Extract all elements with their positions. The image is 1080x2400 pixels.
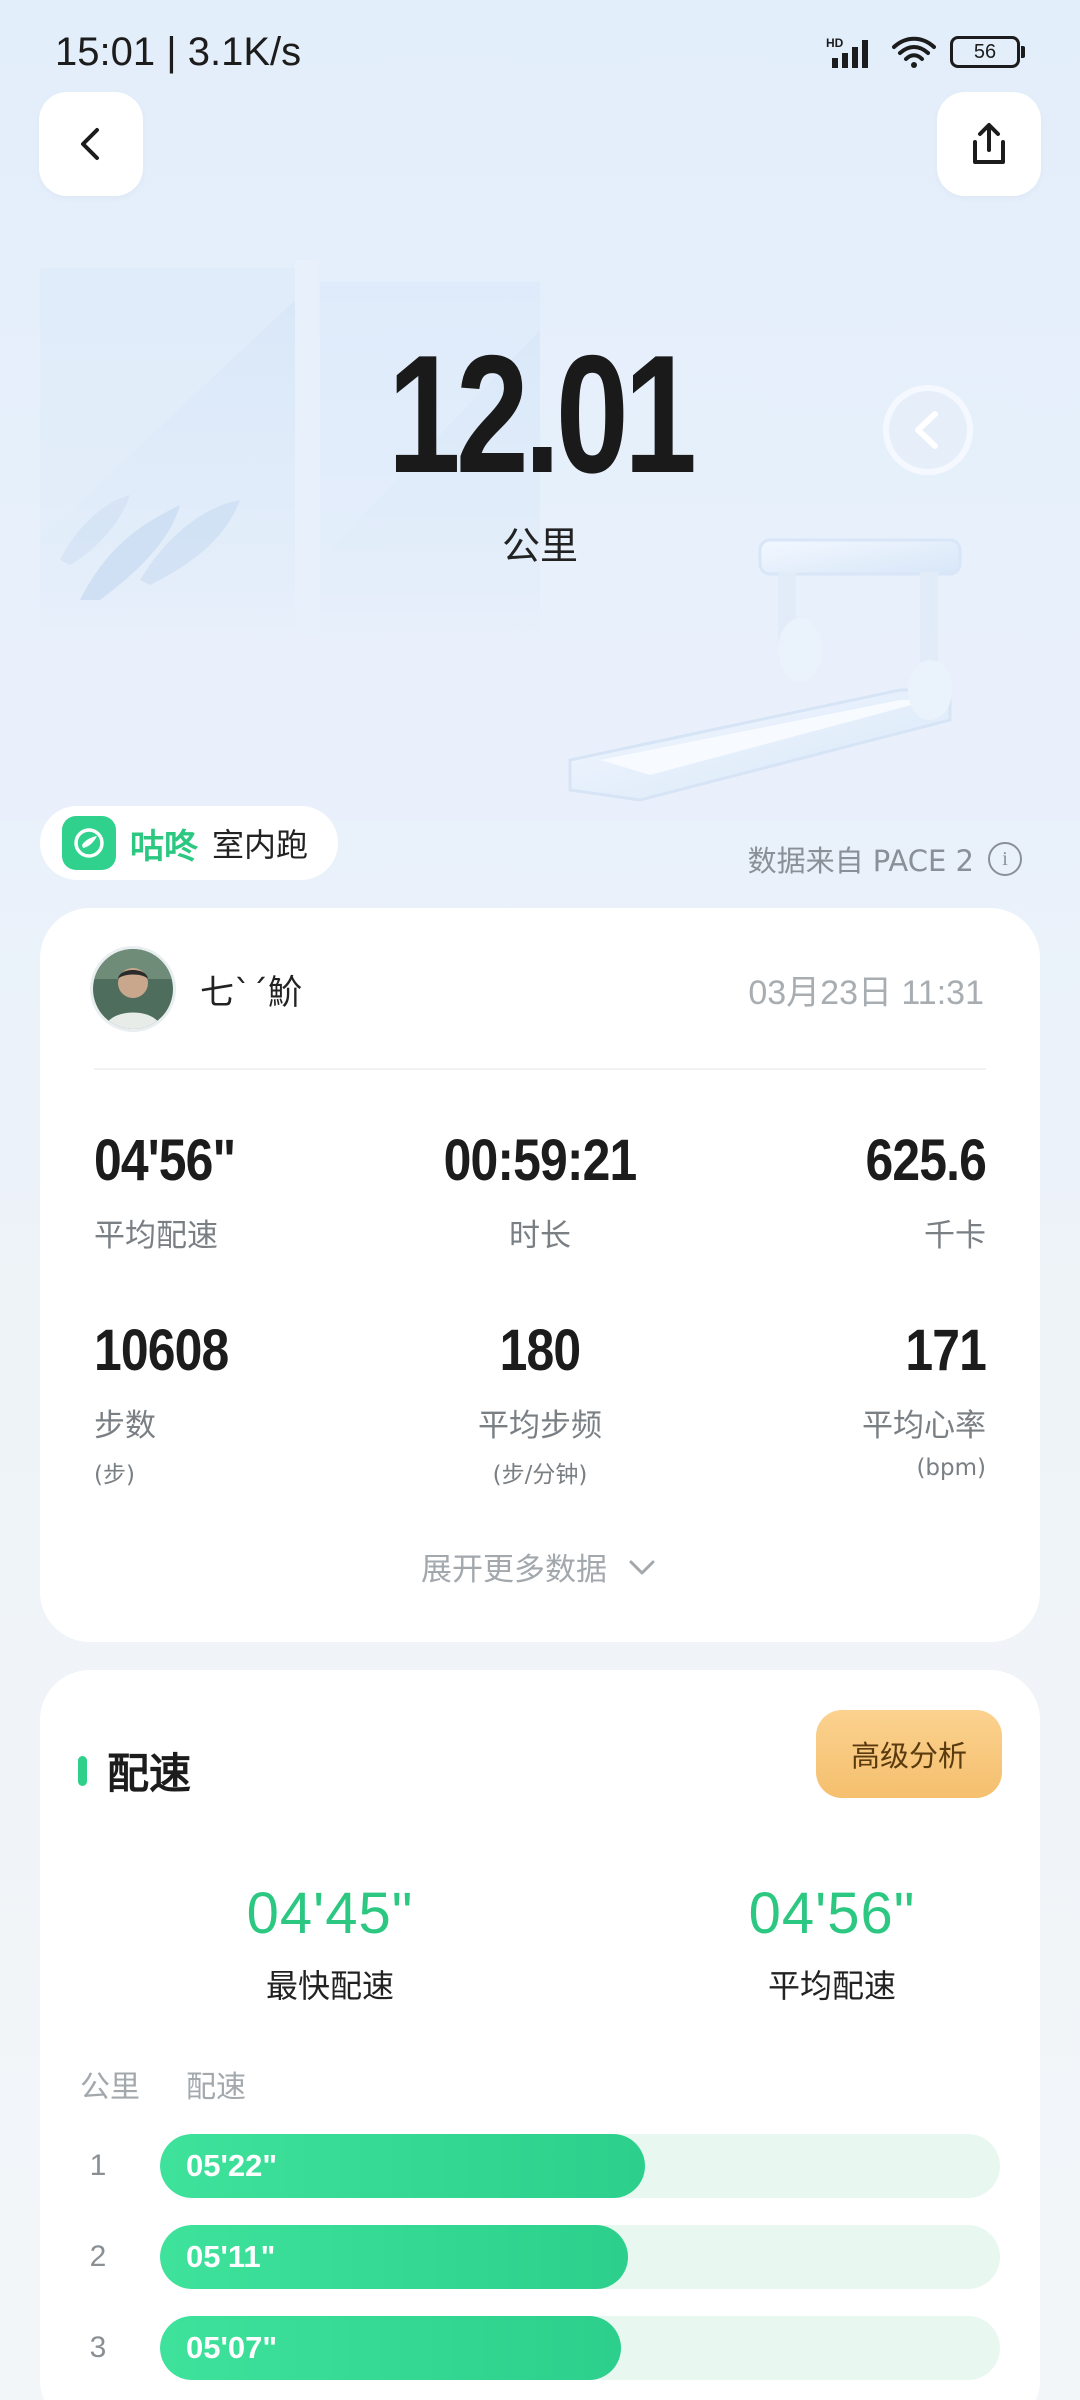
workout-detail-page: 15:01 | 3.1K/s HD 56 12.01 公里 咕咚 室内跑 数据来… xyxy=(0,0,1080,2400)
workout-stats-card: 七ˋˊ魪 03月23日 11:31 04'56" 平均配速 00:59:21 时… xyxy=(40,908,1040,1642)
stat-label: 平均配速 xyxy=(94,1218,218,1254)
stat-value: 625.6 xyxy=(865,1128,986,1193)
stat-label: 步数 xyxy=(94,1408,156,1444)
status-bar: 15:01 | 3.1K/s HD 56 xyxy=(0,0,1080,110)
column-header-pace: 配速 xyxy=(186,2070,246,2105)
split-pace: 05'22" xyxy=(186,2148,278,2183)
workout-mode: 室内跑 xyxy=(212,826,309,864)
pace-title-text: 配速 xyxy=(107,1749,192,1798)
username: 七ˋˊ魪 xyxy=(200,972,302,1013)
stat-unit: (步/分钟) xyxy=(492,1462,588,1488)
divider xyxy=(94,1068,986,1070)
avatar[interactable] xyxy=(90,946,176,1032)
data-source[interactable]: 数据来自 PACE 2 i xyxy=(748,838,1022,880)
signal-icon: HD xyxy=(826,36,868,68)
section-marker xyxy=(78,1755,87,1786)
split-pace: 05'11" xyxy=(186,2239,276,2274)
pace-section-title: 配速 xyxy=(78,1740,191,1801)
distance-value: 12.01 xyxy=(387,320,697,508)
fastest-pace: 04'45" 最快配速 xyxy=(130,1880,530,2007)
user-row: 七ˋˊ魪 03月23日 11:31 xyxy=(90,946,984,1032)
advanced-analysis-button[interactable]: 高级分析 xyxy=(816,1710,1002,1798)
expand-more-data-button[interactable]: 展开更多数据 xyxy=(40,1544,1040,1589)
split-bar: 05'11" xyxy=(160,2225,628,2289)
stat-avg-pace: 04'56" 平均配速 xyxy=(94,1132,394,1255)
stat-heart-rate: 171 平均心率 (bpm) xyxy=(686,1318,987,1482)
split-bar-track: 05'22" xyxy=(160,2134,1000,2198)
back-button[interactable] xyxy=(39,92,143,196)
stat-value: 04'56" xyxy=(94,1128,236,1193)
stat-label: 平均心率 xyxy=(862,1408,986,1444)
stat-duration: 00:59:21 时长 xyxy=(390,1132,690,1255)
stat-label: 时长 xyxy=(509,1218,571,1254)
app-tag[interactable]: 咕咚 室内跑 xyxy=(40,806,339,880)
info-icon: i xyxy=(988,842,1022,876)
stat-label: 千卡 xyxy=(924,1218,986,1254)
wifi-icon xyxy=(892,36,936,68)
stat-value: 00:59:21 xyxy=(443,1128,638,1193)
battery-level: 56 xyxy=(973,40,997,63)
codoon-logo-icon xyxy=(62,816,116,870)
stat-value: 10608 xyxy=(94,1318,229,1383)
stat-unit: (步) xyxy=(94,1462,135,1488)
data-source-text: 数据来自 PACE 2 xyxy=(747,844,974,878)
chevron-down-icon xyxy=(629,1560,655,1574)
split-row: 1 05'22" xyxy=(40,2134,1040,2198)
stat-steps: 10608 步数 (步) xyxy=(94,1322,394,1489)
split-row: 2 05'11" xyxy=(40,2225,1040,2289)
status-time: 15:01 | 3.1K/s xyxy=(55,30,302,74)
split-pace: 05'07" xyxy=(186,2330,278,2365)
stat-value: 171 xyxy=(905,1318,987,1383)
average-pace-label: 平均配速 xyxy=(767,1967,896,2005)
split-km: 2 xyxy=(89,2240,107,2273)
average-pace: 04'56" 平均配速 xyxy=(632,1880,1032,2007)
chevron-left-icon xyxy=(81,128,99,160)
split-km: 3 xyxy=(89,2331,107,2364)
split-bar: 05'22" xyxy=(160,2134,645,2198)
split-bar-track: 05'11" xyxy=(160,2225,1000,2289)
app-name: 咕咚 xyxy=(130,826,198,867)
svg-text:HD: HD xyxy=(826,36,844,50)
stat-unit: (bpm) xyxy=(916,1455,986,1481)
stat-value: 180 xyxy=(499,1318,582,1383)
stat-cadence: 180 平均步频 (步/分钟) xyxy=(390,1322,690,1489)
split-row: 3 05'07" xyxy=(40,2316,1040,2380)
share-icon xyxy=(973,123,1005,164)
split-bar-track: 05'07" xyxy=(160,2316,1000,2380)
share-button[interactable] xyxy=(937,92,1041,196)
fastest-pace-label: 最快配速 xyxy=(265,1967,394,2005)
column-header-km: 公里 xyxy=(80,2070,140,2105)
split-km: 1 xyxy=(89,2149,107,2182)
status-icons: HD 56 xyxy=(826,36,1025,68)
average-pace-value: 04'56" xyxy=(748,1881,916,1946)
workout-datetime: 03月23日 11:31 xyxy=(748,973,984,1012)
pace-card: 配速 高级分析 04'45" 最快配速 04'56" 平均配速 公里 配速 1 … xyxy=(40,1670,1040,2400)
expand-label: 展开更多数据 xyxy=(421,1552,607,1588)
stat-label: 平均步频 xyxy=(478,1408,602,1444)
split-bar: 05'07" xyxy=(160,2316,622,2380)
stat-calories: 625.6 千卡 xyxy=(686,1132,986,1255)
fastest-pace-value: 04'45" xyxy=(246,1881,414,1946)
distance-unit: 公里 xyxy=(501,524,578,568)
battery-icon: 56 xyxy=(950,36,1025,68)
